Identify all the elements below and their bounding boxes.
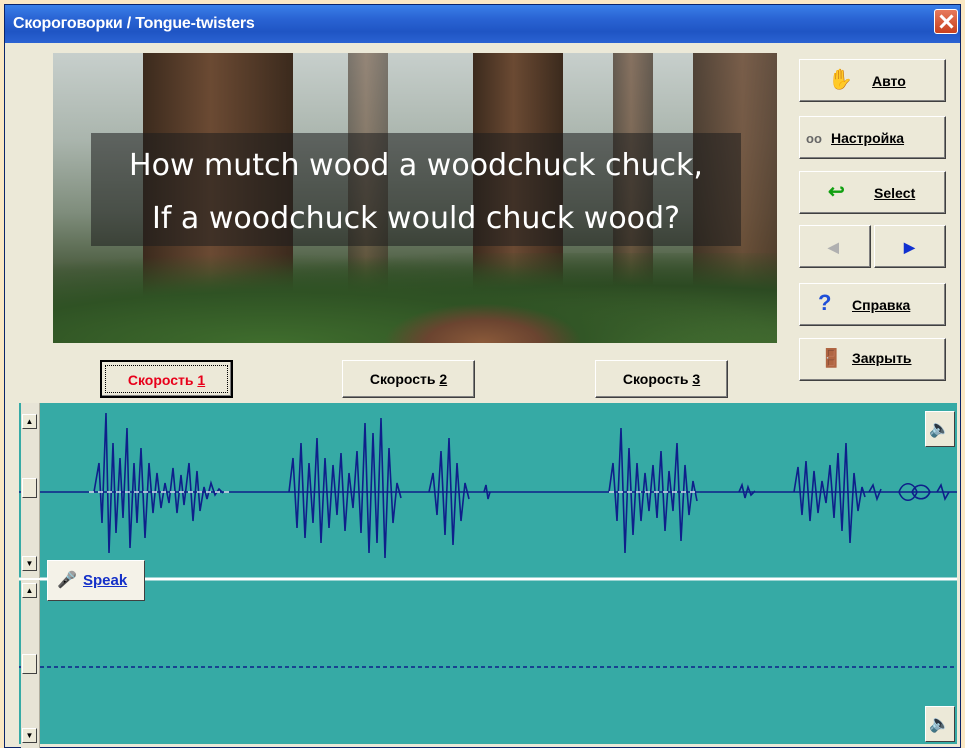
- play-bottom-button[interactable]: 🔈: [925, 706, 955, 742]
- door-exit-icon: 🚪: [820, 348, 843, 368]
- settings-button[interactable]: oo Настройка: [799, 116, 946, 159]
- speed-1-button[interactable]: Скорость 1: [100, 360, 233, 398]
- speed-3-button[interactable]: Скорость 3: [595, 360, 728, 398]
- speed-number: 3: [692, 371, 701, 387]
- speak-label: Speak: [83, 572, 128, 589]
- hand-icon: ✋: [828, 69, 853, 91]
- scrollbar-thumb[interactable]: [22, 478, 37, 498]
- triangle-right-icon: ▶: [904, 239, 915, 255]
- bottom-track-scrollbar[interactable]: ▲ ▼: [21, 580, 40, 748]
- auto-button[interactable]: ✋ Авто: [799, 59, 946, 102]
- scroll-up-arrow-icon[interactable]: ▲: [22, 414, 37, 429]
- window-title: Скороговорки / Tongue-twisters: [13, 15, 255, 32]
- glasses-icon: oo: [806, 131, 822, 146]
- speak-button[interactable]: 🎤 Speak: [47, 560, 145, 601]
- prev-button[interactable]: ◀: [799, 225, 871, 268]
- scroll-down-arrow-icon[interactable]: ▼: [22, 556, 37, 571]
- phrase-line-2: If a woodchuck would chuck wood?: [151, 201, 681, 236]
- close-button[interactable]: 🚪 Закрыть: [799, 338, 946, 381]
- forest-image: How mutch wood a woodchuck chuck, If a w…: [53, 53, 777, 343]
- question-icon: ?: [818, 290, 832, 315]
- auto-label: Авто: [872, 73, 906, 89]
- waveform-reference: [93, 412, 950, 559]
- speed-label: Скорость: [127, 372, 198, 388]
- microphone-icon: 🎤: [57, 572, 77, 589]
- play-top-button[interactable]: 🔈: [925, 411, 955, 447]
- scroll-down-arrow-icon[interactable]: ▼: [22, 728, 37, 743]
- speaker-icon: 🔈: [929, 419, 951, 438]
- speed-label: Скорость: [369, 371, 440, 387]
- speed-number: 1: [197, 372, 206, 388]
- waveform-panel[interactable]: [19, 403, 957, 744]
- settings-label: Настройка: [831, 130, 905, 146]
- speed-2-button[interactable]: Скорость 2: [342, 360, 475, 398]
- speaker-icon: 🔈: [929, 714, 951, 733]
- speed-label: Скорость: [622, 371, 693, 387]
- scroll-up-arrow-icon[interactable]: ▲: [22, 583, 37, 598]
- forest-path: [383, 303, 583, 343]
- speed-number: 2: [439, 371, 448, 387]
- top-track-scrollbar[interactable]: ▲ ▼: [21, 403, 40, 578]
- waveform-svg: [19, 412, 957, 668]
- select-button[interactable]: ↩ Select: [799, 171, 946, 214]
- close-label: Закрыть: [852, 350, 912, 366]
- help-button[interactable]: ? Справка: [799, 283, 946, 326]
- phrase-line-1: How mutch wood a woodchuck chuck,: [129, 148, 703, 183]
- window-close-button[interactable]: [934, 9, 958, 34]
- next-button[interactable]: ▶: [874, 225, 946, 268]
- title-bar[interactable]: Скороговорки / Tongue-twisters: [5, 5, 960, 43]
- triangle-left-icon: ◀: [828, 239, 839, 255]
- help-label: Справка: [852, 297, 911, 313]
- scrollbar-thumb[interactable]: [22, 654, 37, 674]
- select-label: Select: [874, 185, 916, 201]
- arrow-return-icon: ↩: [828, 181, 845, 203]
